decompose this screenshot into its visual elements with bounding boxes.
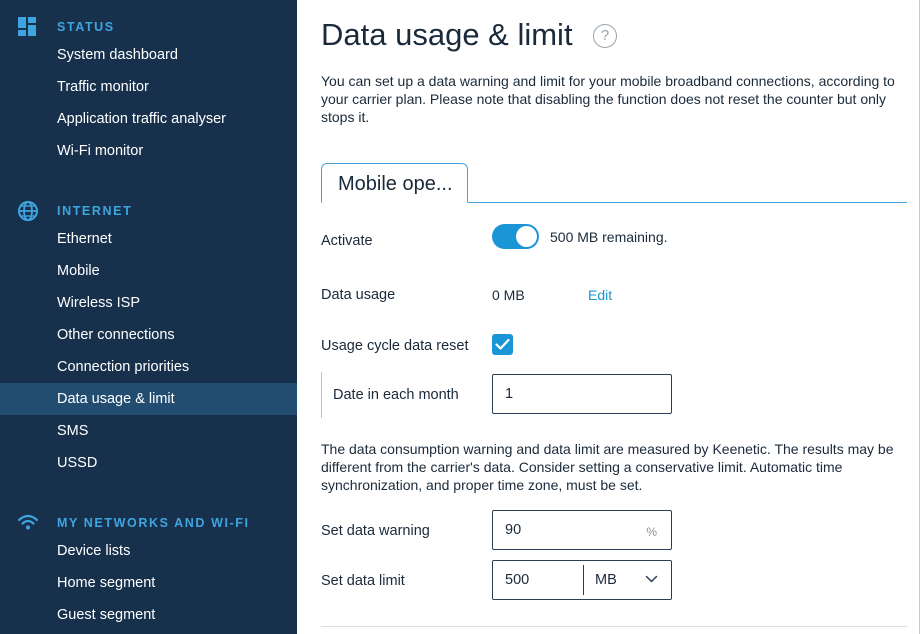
percent-unit: %	[646, 525, 657, 539]
sidebar-item-ethernet[interactable]: Ethernet	[0, 223, 297, 255]
sidebar-item-system-dashboard[interactable]: System dashboard	[0, 39, 297, 71]
sidebar-item-home-segment[interactable]: Home segment	[0, 567, 297, 599]
checkmark-icon	[495, 338, 510, 350]
sidebar-section-internet: INTERNET	[0, 198, 297, 222]
sidebar-item-ussd[interactable]: USSD	[0, 447, 297, 479]
sidebar-item-application-traffic-analyser[interactable]: Application traffic analyser	[0, 103, 297, 135]
data-limit-value: 500	[505, 572, 530, 588]
sub-setting-indicator	[321, 372, 322, 418]
cycle-reset-label: Usage cycle data reset	[321, 338, 469, 354]
date-each-month-value: 1	[505, 386, 514, 402]
date-each-month-input[interactable]: 1	[492, 374, 672, 414]
section-title-status: STATUS	[57, 20, 115, 34]
section-title-my-networks: MY NETWORKS AND WI-FI	[57, 516, 250, 530]
data-limit-input[interactable]: 500 MB	[492, 560, 672, 600]
toggle-knob	[516, 226, 537, 247]
input-divider	[583, 565, 584, 595]
sidebar-item-device-lists[interactable]: Device lists	[0, 535, 297, 567]
data-limit-unit-select[interactable]: MB	[595, 572, 617, 588]
data-warning-value: 90	[505, 522, 522, 538]
activate-label: Activate	[321, 233, 373, 249]
intro-text: You can set up a data warning and limit …	[321, 73, 895, 125]
remaining-status: 500 MB remaining.	[550, 229, 668, 245]
data-limit-label: Set data limit	[321, 573, 405, 589]
measurement-note: The data consumption warning and data li…	[321, 441, 894, 493]
dashboard-icon	[17, 16, 39, 38]
help-icon[interactable]: ?	[593, 24, 617, 48]
section-divider	[321, 626, 907, 627]
data-usage-value: 0 MB	[492, 287, 525, 303]
data-warning-label: Set data warning	[321, 523, 430, 539]
sidebar-item-other-connections[interactable]: Other connections	[0, 319, 297, 351]
activate-toggle[interactable]	[492, 224, 539, 249]
date-each-month-label: Date in each month	[333, 387, 459, 403]
sidebar: STATUS System dashboard Traffic monitor …	[0, 0, 297, 634]
data-usage-label: Data usage	[321, 287, 396, 303]
sidebar-item-wireless-isp[interactable]: Wireless ISP	[0, 287, 297, 319]
tab-mobile-operator[interactable]: Mobile ope...	[321, 163, 468, 203]
wifi-icon	[17, 512, 39, 534]
data-warning-input[interactable]: 90 %	[492, 510, 672, 550]
page-title: Data usage & limit	[321, 17, 573, 52]
sidebar-item-mobile[interactable]: Mobile	[0, 255, 297, 287]
sidebar-item-traffic-monitor[interactable]: Traffic monitor	[0, 71, 297, 103]
sidebar-item-sms[interactable]: SMS	[0, 415, 297, 447]
sidebar-section-my-networks: MY NETWORKS AND WI-FI	[0, 510, 297, 534]
section-title-internet: INTERNET	[57, 204, 133, 218]
edit-link[interactable]: Edit	[588, 287, 612, 303]
sidebar-item-data-usage-limit[interactable]: Data usage & limit	[0, 383, 297, 415]
chevron-down-icon[interactable]	[645, 575, 658, 584]
main-content: Data usage & limit ? You can set up a da…	[297, 0, 920, 634]
cycle-reset-checkbox[interactable]	[492, 334, 513, 355]
sidebar-item-guest-segment[interactable]: Guest segment	[0, 599, 297, 631]
sidebar-section-status: STATUS	[0, 14, 297, 38]
globe-icon	[17, 200, 39, 222]
sidebar-item-wifi-monitor[interactable]: Wi-Fi monitor	[0, 135, 297, 167]
sidebar-item-connection-priorities[interactable]: Connection priorities	[0, 351, 297, 383]
